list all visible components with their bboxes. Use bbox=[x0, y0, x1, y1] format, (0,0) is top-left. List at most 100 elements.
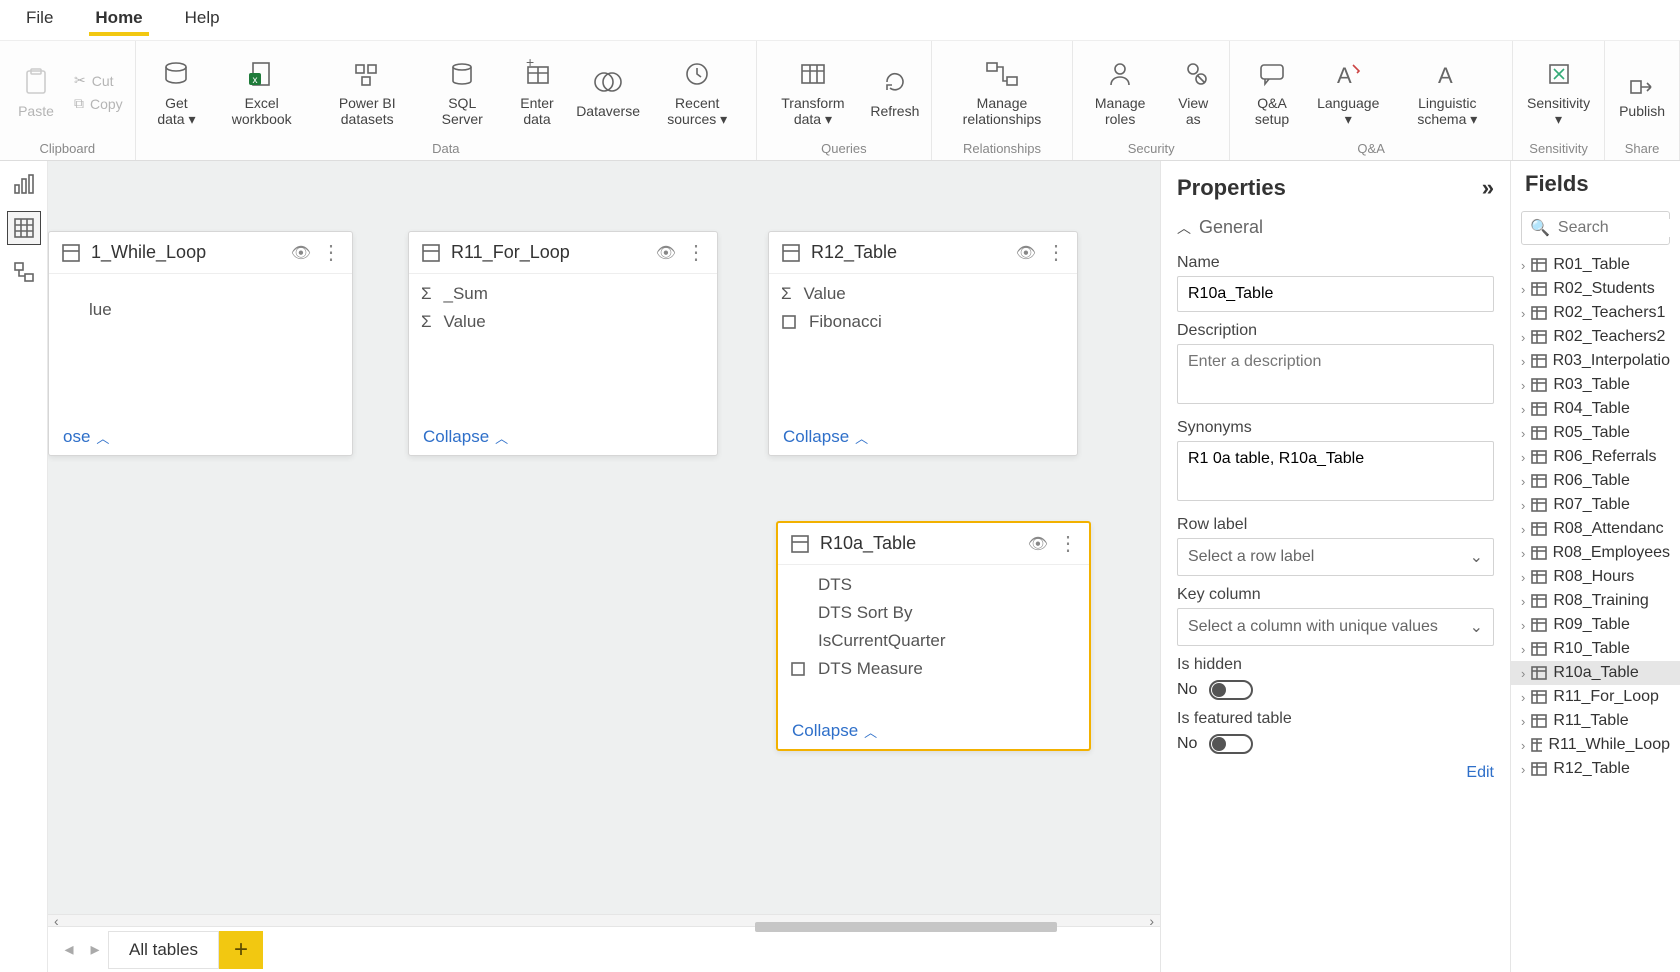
qa-icon bbox=[1255, 57, 1289, 91]
field-item[interactable]: ›R11_Table bbox=[1511, 709, 1680, 733]
menu-help[interactable]: Help bbox=[179, 4, 226, 36]
section-general[interactable]: ︿General bbox=[1177, 211, 1494, 244]
collapse-button[interactable]: Collapse︿ bbox=[778, 713, 1089, 749]
dataverse-button[interactable]: Dataverse bbox=[576, 61, 641, 123]
enterdata-button[interactable]: +Enter data bbox=[504, 53, 569, 131]
field-item[interactable]: ›R04_Table bbox=[1511, 397, 1680, 421]
view-switcher bbox=[0, 161, 48, 972]
visibility-icon[interactable]: 👁 bbox=[1028, 534, 1048, 554]
edit-link[interactable]: Edit bbox=[1177, 764, 1494, 782]
cut-button[interactable]: ✂Cut bbox=[70, 70, 127, 91]
field-item[interactable]: ›R06_Table bbox=[1511, 469, 1680, 493]
chevron-right-icon: › bbox=[1521, 258, 1525, 273]
report-view-button[interactable] bbox=[7, 167, 41, 201]
field-item[interactable]: ›R08_Hours bbox=[1511, 565, 1680, 589]
card-title: R11_For_Loop bbox=[451, 242, 646, 263]
ishidden-toggle[interactable] bbox=[1209, 680, 1253, 700]
visibility-icon[interactable]: 👁 bbox=[1016, 243, 1036, 263]
field-item[interactable]: ›R11_While_Loop bbox=[1511, 733, 1680, 757]
search-input[interactable] bbox=[1558, 219, 1680, 237]
tab-prev-button[interactable]: ◂ bbox=[56, 935, 82, 965]
more-icon[interactable]: ⋮ bbox=[1058, 531, 1077, 556]
menu-file[interactable]: File bbox=[20, 4, 59, 36]
data-view-button[interactable] bbox=[7, 211, 41, 245]
card-title: R12_Table bbox=[811, 242, 1006, 263]
field-item[interactable]: ›R05_Table bbox=[1511, 421, 1680, 445]
paste-button[interactable]: Paste bbox=[8, 61, 64, 123]
horizontal-scrollbar[interactable]: ‹ › bbox=[48, 914, 1160, 926]
table-icon bbox=[1531, 666, 1547, 680]
excel-button[interactable]: xExcel workbook bbox=[215, 53, 308, 131]
manage-roles-button[interactable]: Manage roles bbox=[1081, 53, 1159, 131]
field-item[interactable]: ›R08_Attendanc bbox=[1511, 517, 1680, 541]
field-item[interactable]: ›R10_Table bbox=[1511, 637, 1680, 661]
field-item[interactable]: ›R07_Table bbox=[1511, 493, 1680, 517]
field-item[interactable]: ›R10a_Table bbox=[1511, 661, 1680, 685]
collapse-button[interactable]: ose︿ bbox=[49, 419, 352, 455]
table-icon bbox=[1531, 522, 1547, 536]
field-item[interactable]: ›R02_Students bbox=[1511, 277, 1680, 301]
tab-next-button[interactable]: ▸ bbox=[82, 935, 108, 965]
publish-button[interactable]: Publish bbox=[1613, 61, 1671, 123]
cut-icon: ✂ bbox=[74, 72, 86, 89]
more-icon[interactable]: ⋮ bbox=[686, 240, 705, 265]
field-item[interactable]: ›R01_Table bbox=[1511, 253, 1680, 277]
table-icon bbox=[1531, 714, 1547, 728]
language-button[interactable]: ALanguage ▾ bbox=[1312, 53, 1385, 131]
collapse-button[interactable]: Collapse︿ bbox=[409, 419, 717, 455]
pbi-datasets-button[interactable]: Power BI datasets bbox=[314, 53, 420, 131]
copy-button[interactable]: ⧉Copy bbox=[70, 93, 127, 114]
table-icon bbox=[421, 243, 441, 263]
chevron-right-icon: › bbox=[1521, 330, 1525, 345]
language-icon: A bbox=[1331, 57, 1365, 91]
refresh-button[interactable]: Refresh bbox=[867, 61, 923, 123]
svg-text:A: A bbox=[1337, 63, 1352, 88]
manage-rel-button[interactable]: Manage relationships bbox=[940, 53, 1064, 131]
field-item[interactable]: ›R08_Employees bbox=[1511, 541, 1680, 565]
sensitivity-button[interactable]: Sensitivity ▾ bbox=[1521, 53, 1596, 131]
name-input[interactable] bbox=[1177, 276, 1494, 312]
table-card-while-loop[interactable]: 1_While_Loop 👁 ⋮ lue ose︿ bbox=[48, 231, 353, 456]
more-icon[interactable]: ⋮ bbox=[321, 240, 340, 265]
fields-search[interactable]: 🔍 bbox=[1521, 211, 1670, 245]
getdata-button[interactable]: Get data ▾ bbox=[144, 53, 209, 131]
collapse-button[interactable]: Collapse︿ bbox=[769, 419, 1077, 455]
viewas-button[interactable]: View as bbox=[1165, 53, 1221, 131]
table-icon bbox=[61, 243, 81, 263]
field-item[interactable]: ›R03_Interpolatio bbox=[1511, 349, 1680, 373]
collapse-panel-icon[interactable]: » bbox=[1482, 175, 1494, 201]
sql-button[interactable]: SQL Server bbox=[426, 53, 498, 131]
field-name: R04_Table bbox=[1553, 400, 1630, 418]
description-input[interactable] bbox=[1177, 344, 1494, 404]
dataverse-icon bbox=[591, 65, 625, 99]
recent-button[interactable]: Recent sources ▾ bbox=[646, 53, 747, 131]
field-item[interactable]: ›R02_Teachers2 bbox=[1511, 325, 1680, 349]
model-canvas[interactable]: 1_While_Loop 👁 ⋮ lue ose︿ R11_For_Loop 👁… bbox=[48, 161, 1160, 914]
field-item[interactable]: ›R03_Table bbox=[1511, 373, 1680, 397]
visibility-icon[interactable]: 👁 bbox=[291, 243, 311, 263]
transform-button[interactable]: Transform data ▾ bbox=[765, 53, 861, 131]
synonyms-input[interactable] bbox=[1177, 441, 1494, 501]
field-item[interactable]: ›R06_Referrals bbox=[1511, 445, 1680, 469]
table-card-for-loop[interactable]: R11_For_Loop 👁 ⋮ Σ_Sum ΣValue Collapse︿ bbox=[408, 231, 718, 456]
field-item[interactable]: ›R12_Table bbox=[1511, 757, 1680, 781]
add-page-button[interactable]: + bbox=[219, 931, 263, 969]
keycolumn-select[interactable]: Select a column with unique values⌄ bbox=[1177, 608, 1494, 646]
linguistic-button[interactable]: ALinguistic schema ▾ bbox=[1391, 53, 1504, 131]
more-icon[interactable]: ⋮ bbox=[1046, 240, 1065, 265]
menu-home[interactable]: Home bbox=[89, 4, 148, 36]
paste-icon bbox=[19, 65, 53, 99]
page-tab-alltables[interactable]: All tables bbox=[108, 931, 219, 969]
field-item[interactable]: ›R02_Teachers1 bbox=[1511, 301, 1680, 325]
field-item[interactable]: ›R09_Table bbox=[1511, 613, 1680, 637]
rowlabel-select[interactable]: Select a row label⌄ bbox=[1177, 538, 1494, 576]
table-card-r12[interactable]: R12_Table 👁 ⋮ ΣValue Fibonacci Collapse︿ bbox=[768, 231, 1078, 456]
isfeatured-toggle[interactable] bbox=[1209, 734, 1253, 754]
table-card-r10a[interactable]: R10a_Table 👁 ⋮ DTS DTS Sort By IsCurrent… bbox=[776, 521, 1091, 751]
field-item[interactable]: ›R08_Training bbox=[1511, 589, 1680, 613]
visibility-icon[interactable]: 👁 bbox=[656, 243, 676, 263]
field-item[interactable]: ›R11_For_Loop bbox=[1511, 685, 1680, 709]
chevron-right-icon: › bbox=[1521, 474, 1525, 489]
model-view-button[interactable] bbox=[7, 255, 41, 289]
qasetup-button[interactable]: Q&A setup bbox=[1238, 53, 1306, 131]
